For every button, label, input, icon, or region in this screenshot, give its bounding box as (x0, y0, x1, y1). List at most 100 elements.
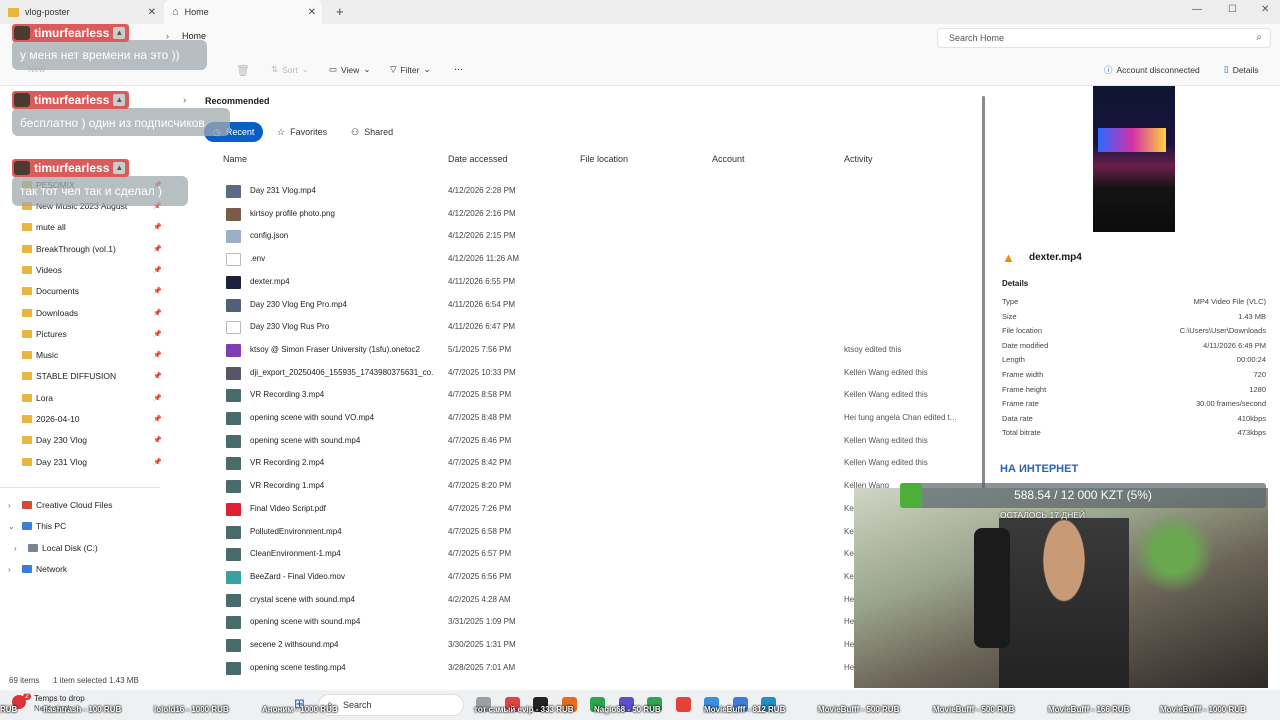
file-row[interactable]: ktsoy @ Simon Fraser University (1sfu).o… (226, 340, 966, 362)
nav-network[interactable]: › Network (8, 564, 164, 574)
file-row[interactable]: kirtsoy profile photo.png 4/12/2026 2:16 … (226, 204, 966, 226)
star-icon: ☆ (277, 126, 286, 137)
file-date: 4/7/2025 10:33 PM (448, 367, 516, 377)
property-key: File location (1002, 326, 1043, 336)
nav-this-pc[interactable]: ⌄ This PC (8, 521, 164, 531)
donation-ticker-item: тот самый evip - 333 RUB (474, 705, 574, 714)
search-input[interactable]: Search Home ⌕ (937, 28, 1271, 48)
nav-item[interactable]: Day 231 Vlog 📌 (22, 457, 164, 467)
nav-creative-cloud[interactable]: › Creative Cloud Files (8, 500, 164, 510)
taskbar-search[interactable]: ⌕ Search (318, 694, 464, 716)
file-row[interactable]: VR Recording 2.mp4 4/7/2025 8:42 PM Kellen… (226, 453, 966, 475)
file-date: 4/7/2025 7:26 PM (448, 503, 512, 513)
file-row[interactable]: config.json 4/12/2026 2:15 PM (226, 226, 966, 248)
file-row[interactable]: Day 230 Vlog Eng Pro.mp4 4/11/2026 6:54 P… (226, 295, 966, 317)
nav-label: Pictures (36, 329, 67, 339)
file-icon (226, 389, 241, 403)
file-row[interactable]: dji_export_20250406_155935_1743980375631… (226, 363, 966, 385)
column-account[interactable]: Account (712, 154, 745, 164)
more-options-button[interactable]: ... (454, 61, 463, 73)
nav-label: 2026-04-10 (36, 414, 80, 424)
file-date: 3/28/2025 7:01 AM (448, 662, 516, 672)
nav-label: Creative Cloud Files (36, 500, 113, 510)
nav-local-disk[interactable]: › Local Disk (C:) (14, 543, 170, 553)
file-row[interactable]: Day 231 Vlog.mp4 4/12/2026 2:28 PM (226, 181, 966, 203)
delete-icon[interactable]: 🗑 (236, 64, 250, 77)
property-key: Date modified (1002, 340, 1049, 350)
property-value: 4/11/2026 6:49 PM (1203, 340, 1266, 350)
file-row[interactable]: opening scene with sound VO.mp4 4/7/2025 … (226, 408, 966, 430)
chevron-right-icon: › (14, 543, 17, 553)
column-activity[interactable]: Activity (844, 154, 873, 164)
column-name[interactable]: Name (223, 154, 247, 164)
donation-progress-text: 588.54 / 12 000 KZT (5%) (1014, 488, 1152, 502)
chat-username: timurfearless ▲ (12, 91, 130, 109)
file-icon (226, 185, 241, 198)
chevron-right-icon[interactable]: › (183, 95, 186, 106)
chat-username: timurfearless ▲ (12, 24, 130, 42)
file-name: secene 2 withsound.mp4 (250, 640, 339, 649)
minimize-icon[interactable]: — (1192, 4, 1202, 15)
nav-item[interactable]: Lora 📌 (22, 393, 164, 403)
filter-label: Filter (400, 64, 420, 75)
nav-item[interactable]: BreakThrough (vol.1) 📌 (22, 244, 164, 254)
chrome-icon[interactable] (675, 697, 691, 712)
filter-shared[interactable]: ⚇ Shared (342, 122, 402, 142)
close-icon[interactable]: ✕ (148, 7, 156, 18)
sort-button[interactable]: ⇅ Sort ⌄ (271, 64, 309, 75)
nav-item[interactable]: Day 230 Vlog 📌 (22, 435, 164, 445)
notification-title[interactable]: Temps to drop (34, 694, 85, 703)
nav-label: Documents (36, 286, 79, 296)
home-icon: ⌂ (172, 6, 179, 18)
file-name: PollutedEnvironment.mp4 (250, 526, 342, 536)
chat-text: так тот чел так и сделал ) (20, 184, 163, 198)
nav-item[interactable]: 2026-04-10 📌 (22, 414, 164, 424)
folder-icon (22, 223, 32, 231)
folder-icon (8, 7, 19, 17)
close-window-icon[interactable]: ✕ (1261, 4, 1269, 15)
recommended-header[interactable]: Recommended (205, 96, 270, 106)
notification-badge: 2 (23, 693, 31, 700)
file-icon (226, 230, 241, 244)
file-row[interactable]: dexter.mp4 4/11/2026 6:55 PM (226, 272, 966, 294)
property-value: 00:00:24 (1236, 355, 1266, 365)
file-row[interactable]: VR Recording 3.mp4 4/7/2025 8:58 PM Kellen… (226, 385, 966, 407)
maximize-icon[interactable]: ☐ (1228, 4, 1237, 15)
property-value: 1280 (1249, 384, 1266, 394)
nav-item[interactable]: Documents 📌 (22, 286, 164, 296)
nav-item[interactable]: Videos 📌 (22, 265, 164, 275)
view-button[interactable]: ▭ View ⌄ (329, 64, 370, 75)
nav-item[interactable]: STABLE DIFFUSION 📌 (22, 371, 164, 381)
badge-icon: ▲ (113, 94, 126, 106)
nav-item[interactable]: Pictures 📌 (22, 329, 164, 339)
file-row[interactable]: opening scene with sound.mp4 4/7/2025 8:4… (226, 431, 966, 453)
donation-ticker-item: MovieBufff - 166 RUB (1048, 705, 1130, 714)
chat-username: timurfearless ▲ (12, 159, 130, 177)
details-button[interactable]: ▯ Details (1224, 64, 1259, 75)
file-name: Day 231 Vlog.mp4 (250, 186, 316, 195)
column-file-location[interactable]: File location (580, 154, 628, 164)
chat-message: у меня нет времени на это )) (12, 40, 207, 70)
nav-item[interactable]: mute all 📌 (22, 222, 164, 232)
account-status[interactable]: ⓘ Account disconnected (1104, 64, 1200, 76)
file-row[interactable]: .env 4/12/2026 11:26 AM (226, 249, 966, 271)
file-name: kirtsoy profile photo.png (250, 208, 335, 218)
property-value: MP4 Video File (VLC) (1193, 297, 1266, 306)
tab-vlog-poster[interactable]: vlog-poster ✕ (0, 0, 162, 24)
new-tab-button[interactable]: + (336, 4, 344, 19)
filter-button[interactable]: ▽ Filter ⌄ (390, 64, 431, 75)
details-label: Details (1232, 64, 1259, 75)
nav-item[interactable]: Downloads 📌 (22, 308, 164, 318)
tab-home[interactable]: ⌂ Home ✕ (164, 0, 322, 24)
file-name: opening scene testing.mp4 (250, 662, 346, 672)
close-icon[interactable]: ✕ (308, 7, 316, 18)
file-date: 4/11/2026 6:54 PM (448, 299, 516, 309)
column-date-accessed[interactable]: Date accessed (448, 154, 508, 164)
file-row[interactable]: Day 230 Vlog Rus Pro 4/11/2026 6:47 PM (226, 317, 966, 339)
nav-item[interactable]: Music 📌 (22, 350, 164, 360)
pin-icon: 📌 (153, 373, 162, 380)
folder-icon (22, 372, 32, 380)
nav-divider (0, 487, 160, 488)
filter-favorites[interactable]: ☆ Favorites (268, 122, 336, 142)
file-name: Day 230 Vlog Eng Pro.mp4 (250, 299, 347, 309)
